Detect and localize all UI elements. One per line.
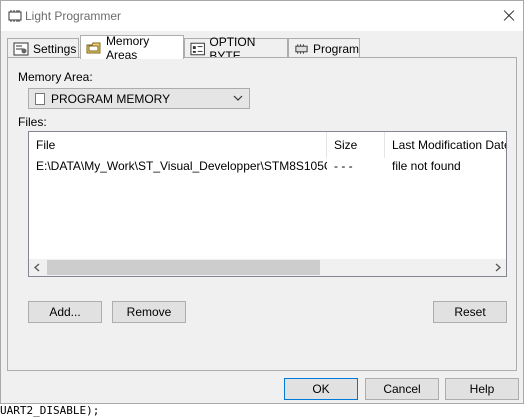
horizontal-scrollbar[interactable] — [29, 259, 506, 276]
files-list[interactable]: File Size Last Modification Date E:\DATA… — [28, 131, 507, 277]
tab-label: Program — [312, 41, 359, 56]
memory-area-selected: PROGRAM MEMORY — [51, 92, 171, 106]
option-byte-icon — [190, 42, 205, 55]
tab-label: Memory Areas — [105, 33, 150, 62]
file-date-cell: file not found — [392, 159, 461, 173]
column-header-size[interactable]: Size — [327, 132, 385, 158]
files-label: Files: — [18, 115, 47, 129]
add-button[interactable]: Add... — [28, 301, 102, 323]
tab-program[interactable]: Program — [288, 38, 360, 58]
settings-icon — [13, 42, 29, 55]
scroll-left-icon[interactable] — [29, 259, 46, 276]
background-code-text: UART2_DISABLE); — [0, 404, 100, 417]
scroll-right-icon[interactable] — [489, 259, 506, 276]
remove-button[interactable]: Remove — [112, 301, 186, 323]
column-header-file[interactable]: File — [29, 132, 327, 158]
memory-area-label: Memory Area: — [18, 70, 93, 84]
memory-areas-icon — [86, 42, 101, 53]
ok-button[interactable]: OK — [284, 378, 358, 400]
program-chip-icon — [295, 43, 308, 54]
column-header-date[interactable]: Last Modification Date — [385, 132, 506, 158]
tab-label: Settings — [33, 41, 77, 56]
document-icon — [35, 93, 45, 105]
file-path-cell: E:\DATA\My_Work\ST_Visual_Developper\STM… — [36, 159, 327, 173]
cancel-button[interactable]: Cancel — [365, 378, 439, 400]
light-programmer-dialog: Light Programmer Settings Memory Areas O… — [0, 0, 524, 404]
tab-strip: Settings Memory Areas OPTION BYTE Progra… — [7, 33, 517, 63]
close-button[interactable] — [497, 5, 521, 27]
tab-memory-areas[interactable]: Memory Areas — [80, 33, 184, 62]
reset-button[interactable]: Reset — [433, 301, 507, 323]
help-button[interactable]: Help — [445, 378, 519, 400]
table-row[interactable]: E:\DATA\My_Work\ST_Visual_Developper\STM… — [29, 158, 506, 176]
window-title: Light Programmer — [25, 9, 122, 23]
tab-option-byte[interactable]: OPTION BYTE — [184, 35, 288, 63]
chip-app-icon — [8, 10, 22, 22]
file-size-cell: - - - — [334, 159, 353, 173]
title-bar: Light Programmer — [1, 1, 523, 31]
tab-settings[interactable]: Settings — [7, 38, 79, 58]
files-list-header: File Size Last Modification Date — [29, 132, 506, 158]
memory-area-dropdown[interactable]: PROGRAM MEMORY — [28, 88, 250, 109]
chevron-down-icon — [233, 95, 243, 101]
memory-areas-panel: Memory Area: PROGRAM MEMORY Files: File … — [7, 57, 517, 371]
scrollbar-thumb[interactable] — [47, 260, 320, 275]
